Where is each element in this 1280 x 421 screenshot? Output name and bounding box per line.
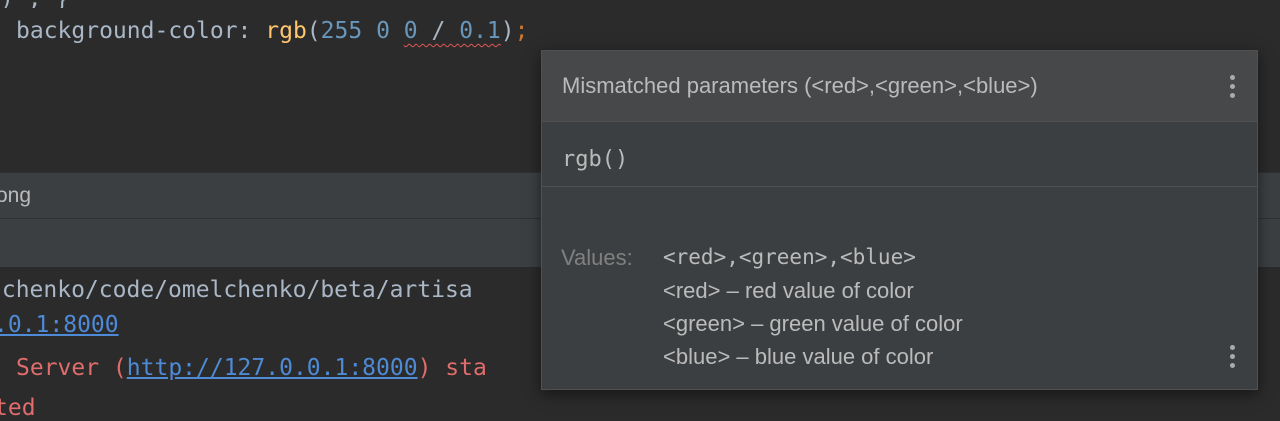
- red-value: 255: [320, 18, 363, 44]
- slash-separator: /: [431, 18, 446, 44]
- server-prefix: Server (: [16, 355, 127, 381]
- more-options-icon[interactable]: [1222, 342, 1242, 372]
- alpha-value: 0.1: [459, 18, 501, 44]
- green-value: 0: [376, 18, 390, 44]
- function-signature: rgb(): [562, 147, 629, 172]
- blue-value: 0: [403, 18, 418, 44]
- semicolon: ;: [514, 18, 529, 44]
- values-label: Values:: [561, 245, 633, 270]
- terminal-line-path: lchenko/code/omelchenko/beta/artisa: [0, 277, 473, 303]
- terminal-line-server: Server (http://127.0.0.1:8000) sta: [16, 355, 487, 381]
- css-function-rgb: rgb: [265, 18, 307, 44]
- popup-title: Mismatched parameters (<red>,<green>,<bl…: [562, 73, 1038, 98]
- values-item: <blue> – blue value of color: [663, 344, 934, 369]
- tool-window-title[interactable]: ong: [0, 173, 31, 219]
- values-item: <red>,<green>,<blue>: [663, 245, 916, 269]
- terminal-url-link[interactable]: .0.1:8000: [0, 312, 119, 338]
- server-suffix: ) sta: [417, 355, 487, 381]
- more-options-icon[interactable]: [1222, 72, 1242, 102]
- popup-header: Mismatched parameters (<red>,<green>,<bl…: [542, 51, 1257, 122]
- close-paren: ): [500, 18, 515, 44]
- css-property: background-color:: [16, 18, 266, 44]
- terminal-line-status: ted: [0, 395, 36, 421]
- previous-code-line: ) ; }: [0, 0, 260, 8]
- values-list: <red>,<green>,<blue> <red> – red value o…: [663, 241, 963, 373]
- inspection-popup: Mismatched parameters (<red>,<green>,<bl…: [541, 50, 1258, 390]
- terminal-line-url: .0.1:8000: [0, 312, 119, 338]
- popup-divider: [542, 186, 1257, 187]
- open-paren: (: [306, 18, 321, 44]
- server-url-link[interactable]: http://127.0.0.1:8000: [127, 355, 418, 381]
- values-item: <green> – green value of color: [663, 311, 963, 336]
- values-item: <red> – red value of color: [663, 278, 914, 303]
- code-line-background-color[interactable]: background-color: rgb(255 0 0 / 0.1);: [16, 14, 528, 48]
